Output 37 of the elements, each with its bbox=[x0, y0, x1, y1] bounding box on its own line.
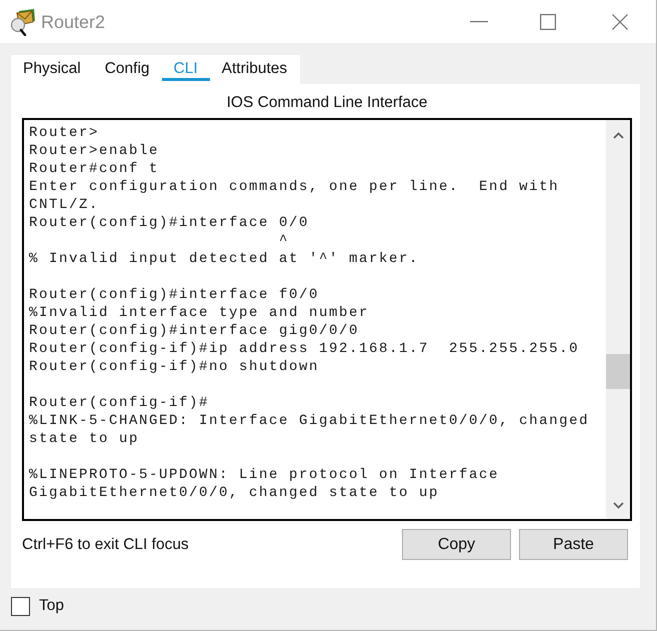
terminal-line: Router#conf t bbox=[29, 161, 160, 177]
top-checkbox[interactable] bbox=[11, 596, 30, 616]
cli-console[interactable] bbox=[22, 118, 632, 521]
terminal-line: %LINK-5-CHANGED: Interface GigabitEthernet0/0/0, changed bbox=[29, 413, 590, 429]
terminal-line: %Invalid interface type and number bbox=[29, 305, 370, 321]
window-title: Router2 bbox=[41, 10, 106, 32]
terminal-line: Router> bbox=[29, 125, 100, 141]
envelope-magnifier-icon bbox=[10, 8, 36, 36]
scrollbar-thumb[interactable] bbox=[606, 354, 630, 389]
tab[interactable]: Config bbox=[92, 55, 162, 81]
tab[interactable]: Attributes bbox=[210, 55, 300, 81]
terminal-line: % Invalid input detected at '^' marker. bbox=[29, 251, 420, 267]
terminal-line: Enter configuration commands, one per line. End with bbox=[29, 179, 560, 195]
copy-button[interactable]: Copy bbox=[402, 529, 511, 560]
minimize-icon[interactable] bbox=[470, 20, 488, 22]
close-icon[interactable] bbox=[612, 14, 628, 30]
scroll-up-icon[interactable] bbox=[612, 132, 624, 139]
terminal-line: %LINEPROTO-5-UPDOWN: Line protocol on Interface bbox=[29, 467, 500, 483]
cli-focus-hint: Ctrl+F6 to exit CLI focus bbox=[22, 534, 190, 554]
terminal-line: Router>enable bbox=[29, 143, 160, 159]
terminal-line: Router(config)#interface 0/0 bbox=[29, 215, 310, 231]
terminal-line: Router(config-if)#ip address 192.168.1.7 255.255.255.0 bbox=[29, 341, 580, 357]
terminal-line: Router(config)#interface f0/0 bbox=[29, 287, 320, 303]
terminal-line: GigabitEthernet0/0/0, changed state to up bbox=[29, 485, 440, 501]
paste-button[interactable]: Paste bbox=[519, 529, 628, 560]
checkbox-label: Top bbox=[39, 596, 64, 616]
scrollbar-track[interactable] bbox=[606, 120, 630, 519]
terminal-line: state to up bbox=[29, 431, 140, 447]
panel-heading: IOS Command Line Interface bbox=[226, 93, 428, 113]
terminal-line: Router(config-if)#no shutdown bbox=[29, 359, 320, 375]
maximize-icon[interactable] bbox=[540, 14, 556, 30]
scroll-down-icon[interactable] bbox=[612, 502, 624, 509]
tab[interactable]: Physical bbox=[11, 55, 93, 81]
terminal-line: Router(config-if)# bbox=[29, 395, 210, 411]
terminal-line: CNTL/Z. bbox=[29, 197, 100, 213]
terminal-line: ^ bbox=[279, 233, 290, 249]
terminal-line: Router(config)#interface gig0/0/0 bbox=[29, 323, 360, 339]
